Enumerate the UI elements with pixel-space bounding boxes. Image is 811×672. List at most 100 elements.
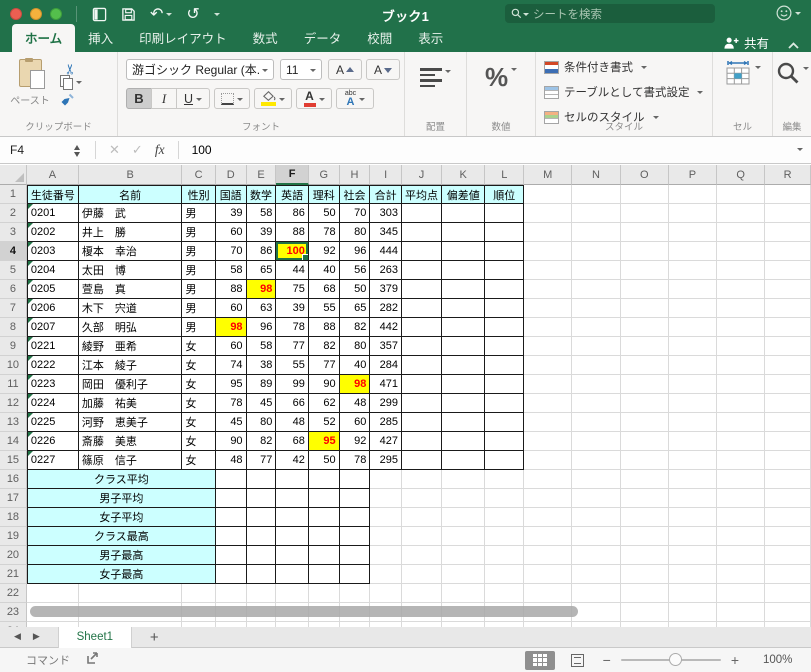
score-cell[interactable]: 78 [215, 394, 247, 413]
score-cell[interactable]: 100 [276, 242, 309, 261]
cell[interactable] [572, 242, 621, 261]
cell[interactable] [485, 565, 525, 584]
cut-icon[interactable]: ✂ [63, 53, 79, 75]
score-cell[interactable]: 56 [339, 261, 371, 280]
cell[interactable] [765, 470, 811, 489]
student-name-cell[interactable]: 斎藤 美恵 [78, 432, 183, 451]
cell[interactable] [441, 470, 486, 489]
cell[interactable] [765, 299, 811, 318]
cell[interactable] [572, 356, 621, 375]
cell[interactable] [572, 470, 621, 489]
student-name-cell[interactable]: 井上 勝 [78, 223, 183, 242]
column-header-K[interactable]: K [441, 165, 486, 185]
cell[interactable] [620, 565, 669, 584]
cell[interactable] [620, 489, 669, 508]
cell[interactable] [668, 489, 717, 508]
cell[interactable] [572, 204, 621, 223]
score-cell[interactable]: 70 [215, 242, 247, 261]
total-cell[interactable]: 285 [370, 413, 402, 432]
summary-label-cell[interactable]: 女子平均 [26, 508, 216, 527]
cell[interactable] [339, 584, 371, 603]
row-header-22[interactable]: 22 [0, 584, 27, 603]
cell[interactable] [572, 508, 621, 527]
cell[interactable] [765, 584, 811, 603]
cell[interactable] [668, 394, 717, 413]
score-cell[interactable]: 78 [339, 451, 371, 470]
summary-value-cell[interactable] [246, 565, 277, 584]
score-cell[interactable]: 48 [215, 451, 247, 470]
score-cell[interactable]: 55 [308, 299, 340, 318]
select-all-corner[interactable] [0, 165, 27, 185]
score-cell[interactable]: 39 [215, 204, 247, 223]
cell[interactable] [441, 451, 486, 470]
cell[interactable] [441, 375, 486, 394]
summary-value-cell[interactable] [339, 489, 371, 508]
cell[interactable] [485, 337, 525, 356]
cell[interactable] [370, 527, 402, 546]
summary-value-cell[interactable] [246, 470, 277, 489]
student-id-cell[interactable]: 0225 [26, 413, 79, 432]
cell[interactable] [716, 223, 766, 242]
cell[interactable] [524, 451, 573, 470]
column-header-M[interactable]: M [524, 165, 573, 185]
cell[interactable] [524, 261, 573, 280]
total-cell[interactable]: 442 [370, 318, 402, 337]
score-cell[interactable]: 70 [339, 204, 371, 223]
bold-button[interactable]: B [126, 88, 152, 109]
cell[interactable] [182, 584, 216, 603]
cell[interactable] [668, 413, 717, 432]
cell[interactable] [524, 489, 573, 508]
cell[interactable] [524, 242, 573, 261]
page-layout-view-button[interactable] [563, 651, 593, 670]
cell[interactable] [620, 413, 669, 432]
score-cell[interactable]: 44 [276, 261, 309, 280]
cell[interactable] [572, 375, 621, 394]
student-id-cell[interactable]: 0201 [26, 204, 79, 223]
column-header-L[interactable]: L [485, 165, 525, 185]
cell[interactable] [668, 527, 717, 546]
row-header-8[interactable]: 8 [0, 318, 27, 337]
score-cell[interactable]: 95 [308, 432, 340, 451]
font-name-select[interactable]: 游ゴシック Regular (本... [126, 59, 274, 80]
student-name-cell[interactable]: 木下 宍道 [78, 299, 183, 318]
cell[interactable] [765, 204, 811, 223]
cell[interactable] [765, 223, 811, 242]
row-header-16[interactable]: 16 [0, 470, 27, 489]
cell[interactable] [524, 394, 573, 413]
student-name-cell[interactable]: 萱島 真 [78, 280, 183, 299]
header-cell[interactable]: 社会 [339, 185, 371, 204]
cell[interactable] [668, 470, 717, 489]
share-button[interactable]: 共有 [723, 33, 769, 52]
cell[interactable] [401, 356, 442, 375]
font-size-select[interactable]: 11 [280, 59, 322, 80]
cell[interactable] [215, 584, 247, 603]
name-box-stepper[interactable] [74, 142, 80, 160]
row-header-12[interactable]: 12 [0, 394, 27, 413]
column-header-N[interactable]: N [572, 165, 621, 185]
cell[interactable] [441, 299, 486, 318]
total-cell[interactable]: 427 [370, 432, 402, 451]
cell[interactable] [668, 584, 717, 603]
row-header-20[interactable]: 20 [0, 546, 27, 565]
student-name-cell[interactable]: 加藤 祐美 [78, 394, 183, 413]
cell[interactable] [620, 603, 669, 622]
score-cell[interactable]: 40 [339, 356, 371, 375]
student-name-cell[interactable]: 河野 恵美子 [78, 413, 183, 432]
summary-value-cell[interactable] [215, 527, 247, 546]
summary-value-cell[interactable] [215, 470, 247, 489]
cell[interactable] [401, 337, 442, 356]
cell[interactable] [620, 432, 669, 451]
score-cell[interactable]: 65 [246, 261, 277, 280]
score-cell[interactable]: 95 [215, 375, 247, 394]
cell[interactable] [485, 584, 525, 603]
score-cell[interactable]: 80 [339, 337, 371, 356]
cell[interactable] [246, 584, 277, 603]
cell[interactable] [716, 470, 766, 489]
summary-value-cell[interactable] [276, 565, 309, 584]
cell[interactable] [524, 223, 573, 242]
formula-input[interactable]: 100 [192, 143, 212, 157]
cell[interactable] [524, 185, 573, 204]
cell[interactable] [668, 356, 717, 375]
cell[interactable] [620, 546, 669, 565]
score-cell[interactable]: 80 [246, 413, 277, 432]
